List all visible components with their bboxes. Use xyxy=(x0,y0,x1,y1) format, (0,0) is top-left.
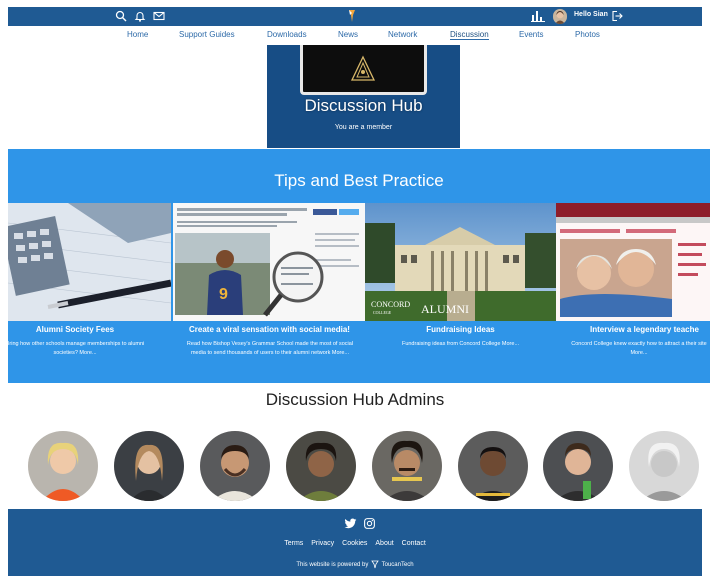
admin-avatar[interactable] xyxy=(114,431,184,501)
admin-avatar[interactable] xyxy=(629,431,699,501)
card-image-social[interactable]: 9 xyxy=(173,203,365,321)
site-logo-icon[interactable] xyxy=(346,9,358,23)
member-status: You are a member xyxy=(334,124,393,131)
bell-icon[interactable] xyxy=(134,10,146,22)
instagram-icon[interactable] xyxy=(363,517,376,530)
tips-section: Tips and Best Practice Alumni Society Fe… xyxy=(6,149,710,383)
footer-link-contact[interactable]: Contact xyxy=(402,540,426,547)
nav-home[interactable]: Home xyxy=(127,30,148,39)
card-image-fundraising[interactable]: CONCORD COLLEGE ALUMNI xyxy=(365,203,556,321)
admin-avatar[interactable] xyxy=(200,431,270,501)
user-avatar[interactable] xyxy=(553,9,567,24)
admins-title: Discussion Hub Admins xyxy=(265,390,445,409)
search-icon[interactable] xyxy=(115,10,127,22)
card-desc-fees: Bring how other schools manage membershi… xyxy=(5,341,145,356)
tips-title: Tips and Best Practice xyxy=(274,171,444,190)
admin-avatar[interactable] xyxy=(372,431,442,501)
card-desc-fundraising: Fundraising ideas from Concord College M… xyxy=(401,341,520,347)
powered-by-brand[interactable]: ToucanTech xyxy=(382,562,414,568)
svg-text:ALUMNI: ALUMNI xyxy=(421,302,469,316)
nav-photos[interactable]: Photos xyxy=(575,30,600,39)
card-title-fundraising[interactable]: Fundraising Ideas xyxy=(365,325,556,334)
card-image-interview[interactable] xyxy=(556,203,710,321)
page: Hello Sian Home Support Guides Downloads… xyxy=(0,0,710,576)
nav-support-guides[interactable]: Support Guides xyxy=(179,30,235,39)
nav-downloads[interactable]: Downloads xyxy=(267,30,307,39)
card-title-fees[interactable]: Alumni Society Fees xyxy=(8,325,142,334)
card-desc-social: Read how Bishop Vesey's Grammar School m… xyxy=(186,341,354,356)
nav-events[interactable]: Events xyxy=(519,30,543,39)
nav-news[interactable]: News xyxy=(338,30,358,39)
footer-link-about[interactable]: About xyxy=(375,540,393,547)
admin-avatar[interactable] xyxy=(458,431,528,501)
footer-link-terms[interactable]: Terms xyxy=(284,540,303,547)
admin-avatar[interactable] xyxy=(286,431,356,501)
logout-icon[interactable] xyxy=(611,10,623,22)
svg-text:COLLEGE: COLLEGE xyxy=(373,310,392,315)
powered-by: This website is powered by ToucanTech xyxy=(8,560,702,569)
hero-logo-icon xyxy=(350,55,376,81)
card-desc-interview: Concord College knew exactly how to attr… xyxy=(571,341,707,356)
main-nav: Home Support Guides Downloads News Netwo… xyxy=(0,30,710,44)
footer-link-cookies[interactable]: Cookies xyxy=(342,540,367,547)
footer-link-privacy[interactable]: Privacy xyxy=(311,540,334,547)
top-bar: Hello Sian xyxy=(8,7,702,26)
nav-network[interactable]: Network xyxy=(388,30,417,39)
svg-text:CONCORD: CONCORD xyxy=(371,300,410,309)
stats-icon[interactable] xyxy=(531,10,545,22)
footer: Terms Privacy Cookies About Contact This… xyxy=(8,509,702,576)
user-greeting[interactable]: Hello Sian xyxy=(574,11,608,18)
nav-discussion[interactable]: Discussion xyxy=(450,30,489,40)
admin-avatar[interactable] xyxy=(28,431,98,501)
admin-avatar[interactable] xyxy=(543,431,613,501)
card-image-fees[interactable] xyxy=(8,203,171,321)
discussion-hero: Discussion Hub You are a member xyxy=(267,45,460,148)
toucantech-logo-icon xyxy=(371,560,379,569)
twitter-icon[interactable] xyxy=(344,517,357,530)
powered-by-text: This website is powered by xyxy=(296,562,369,569)
card-title-interview[interactable]: Interview a legendary teache xyxy=(590,325,710,334)
card-title-social[interactable]: Create a viral sensation with social med… xyxy=(178,325,361,334)
footer-links: Terms Privacy Cookies About Contact xyxy=(8,540,702,547)
mail-icon[interactable] xyxy=(153,10,165,22)
hero-title: Discussion Hub xyxy=(304,96,423,115)
svg-text:9: 9 xyxy=(219,286,228,303)
